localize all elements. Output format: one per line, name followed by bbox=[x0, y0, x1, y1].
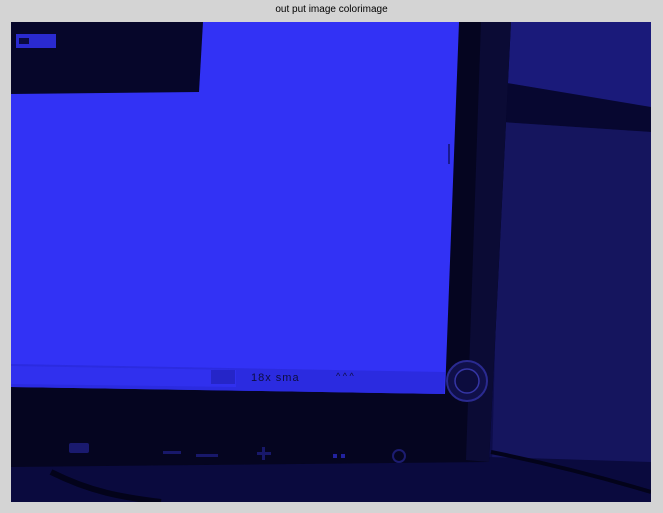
dark-window-block bbox=[11, 22, 203, 94]
screen-bottom-text: 18x sma bbox=[251, 372, 300, 384]
photo-image: 18x sma ^ ^ ^ bbox=[11, 22, 651, 502]
figure-window: out put image colorimage 18x sma ^ ^ ^ bbox=[0, 0, 663, 513]
screen-bottom-small: ^ ^ ^ bbox=[336, 371, 354, 381]
figure-title: out put image colorimage bbox=[275, 4, 388, 15]
